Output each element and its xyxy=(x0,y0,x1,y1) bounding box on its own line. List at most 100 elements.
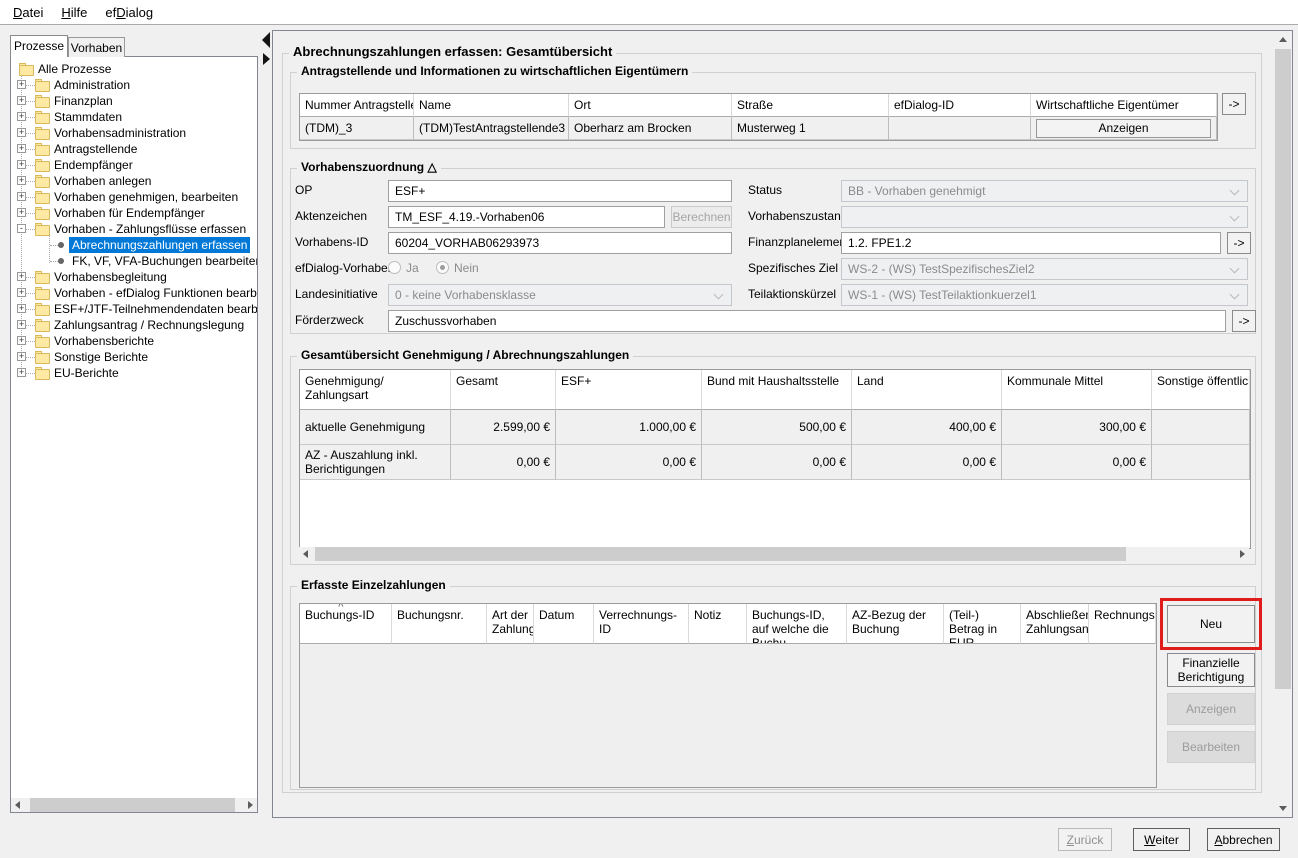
column-header[interactable]: Wirtschaftliche Eigentümer xyxy=(1031,94,1217,117)
column-header[interactable]: Bund mit Haushaltsstelle xyxy=(702,370,852,410)
expand-icon[interactable]: + xyxy=(17,272,26,281)
expand-icon[interactable]: + xyxy=(17,160,26,169)
column-header[interactable]: Buchungs-ID, auf welche die Buchu xyxy=(747,604,847,644)
tree-item-7[interactable]: +Vorhaben anlegen xyxy=(11,173,257,189)
tree-item-0[interactable]: Alle Prozesse xyxy=(11,61,257,77)
foerderzweck-input[interactable]: Zuschussvorhaben xyxy=(388,310,1226,332)
main-vertical-scrollbar[interactable] xyxy=(1275,32,1291,816)
scroll-left-icon[interactable] xyxy=(15,801,20,809)
tree-item-3[interactable]: +Stammdaten xyxy=(11,109,257,125)
expand-icon[interactable]: + xyxy=(17,112,26,121)
column-header[interactable]: Buchungsnr. xyxy=(392,604,487,644)
tree-item-18[interactable]: +Sonstige Berichte xyxy=(11,349,257,365)
aktenzeichen-input[interactable]: TM_ESF_4.19.-Vorhaben06 xyxy=(388,206,665,228)
tree-item-10[interactable]: -Vorhaben - Zahlungsflüsse erfassen xyxy=(11,221,257,237)
tree-item-8[interactable]: +Vorhaben genehmigen, bearbeiten xyxy=(11,189,257,205)
expand-icon[interactable]: + xyxy=(17,320,26,329)
column-header[interactable]: Nummer Antragstelle... xyxy=(300,94,414,117)
expand-icon[interactable]: + xyxy=(17,208,26,217)
weiter-button[interactable]: Weiter xyxy=(1133,828,1190,851)
column-header[interactable]: Notiz xyxy=(689,604,747,644)
tree-guide-stub xyxy=(26,165,35,166)
tree-item-11[interactable]: Abrechnungszahlungen erfassen xyxy=(11,237,257,253)
tree-item-16[interactable]: +Zahlungsantrag / Rechnungslegung xyxy=(11,317,257,333)
column-header[interactable]: (Teil-) Betrag in EUR xyxy=(944,604,1021,644)
expand-icon[interactable]: + xyxy=(17,96,26,105)
column-header[interactable]: Ort xyxy=(569,94,732,117)
expand-icon[interactable]: + xyxy=(17,192,26,201)
foerderzweck-detail-button[interactable]: -> xyxy=(1232,310,1256,332)
teilaktionskuerzel-label: Teilaktionskürzel xyxy=(748,287,836,301)
menu-item-efdialog[interactable]: efDialog xyxy=(96,3,162,22)
column-header[interactable]: Buchungs-ID^ xyxy=(300,604,392,644)
column-header[interactable]: Art der Zahlung xyxy=(487,604,534,644)
vorhabens-id-input[interactable]: 60204_VORHAB06293973 xyxy=(388,232,732,254)
column-header[interactable]: efDialog-ID xyxy=(889,94,1031,117)
column-header[interactable]: Kommunale Mittel xyxy=(1002,370,1152,410)
column-header[interactable]: Gesamt xyxy=(451,370,556,410)
tree-item-19[interactable]: +EU-Berichte xyxy=(11,365,257,381)
column-header[interactable]: Rechnungsleg xyxy=(1089,604,1156,644)
tree-item-5[interactable]: +Antragstellende xyxy=(11,141,257,157)
panel-splitter[interactable] xyxy=(260,30,272,818)
tree-item-2[interactable]: +Finanzplan xyxy=(11,93,257,109)
column-header[interactable]: Genehmigung/ Zahlungsart xyxy=(300,370,451,410)
column-header[interactable]: Straße xyxy=(732,94,889,117)
scrollbar-thumb[interactable] xyxy=(315,547,1126,561)
finanzielle-berichtigung-button[interactable]: Finanzielle Berichtigung xyxy=(1167,653,1255,687)
column-header[interactable]: AZ-Bezug der Buchung xyxy=(847,604,944,644)
menu-item-datei[interactable]: Datei xyxy=(4,3,52,22)
collapse-left-icon[interactable] xyxy=(262,32,270,48)
column-header[interactable]: Name xyxy=(414,94,569,117)
expand-icon[interactable]: + xyxy=(17,352,26,361)
op-input[interactable]: ESF+ xyxy=(388,180,732,202)
expand-icon[interactable]: + xyxy=(17,336,26,345)
tree-item-15[interactable]: +ESF+/JTF-Teilnehmendendaten bearbeiten xyxy=(11,301,257,317)
expand-icon[interactable]: + xyxy=(17,368,26,377)
anzeigen-cell-button[interactable]: Anzeigen xyxy=(1036,119,1211,138)
neu-button[interactable]: Neu xyxy=(1167,605,1255,643)
tree-item-14[interactable]: +Vorhaben - efDialog Funktionen bearbeit… xyxy=(11,285,257,301)
scroll-down-icon[interactable] xyxy=(1279,806,1287,811)
expand-icon[interactable]: + xyxy=(17,288,26,297)
tab-vorhaben[interactable]: Vorhaben xyxy=(68,37,125,57)
scroll-up-icon[interactable] xyxy=(1279,37,1287,42)
column-header[interactable]: Verrechnungs-ID xyxy=(594,604,689,644)
expand-icon[interactable]: + xyxy=(17,144,26,153)
scroll-right-icon[interactable] xyxy=(1240,550,1245,558)
column-header[interactable]: ESF+ xyxy=(556,370,702,410)
tree-item-1[interactable]: +Administration xyxy=(11,77,257,93)
scroll-left-icon[interactable] xyxy=(303,550,308,558)
scroll-right-icon[interactable] xyxy=(248,801,253,809)
radio-ja[interactable] xyxy=(388,261,401,274)
collapse-icon[interactable]: - xyxy=(17,224,26,233)
expand-right-icon[interactable] xyxy=(263,53,270,65)
vorhabens-id-label: Vorhabens-ID xyxy=(295,235,368,249)
column-header[interactable]: Abschließende Zahlungsantra xyxy=(1021,604,1089,644)
expand-icon[interactable]: + xyxy=(17,304,26,313)
abbrechen-button[interactable]: Abbrechen xyxy=(1207,828,1280,851)
expand-icon[interactable]: + xyxy=(17,80,26,89)
overview-horizontal-scrollbar[interactable] xyxy=(299,547,1249,561)
menu-item-hilfe[interactable]: Hilfe xyxy=(52,3,96,22)
expand-icon[interactable]: + xyxy=(17,176,26,185)
applicants-detail-button[interactable]: -> xyxy=(1222,93,1246,115)
column-header[interactable]: Land xyxy=(852,370,1002,410)
tree-item-6[interactable]: +Endempfänger xyxy=(11,157,257,173)
finanzplanelement-input[interactable]: 1.2. FPE1.2 xyxy=(841,232,1221,254)
expand-icon[interactable]: + xyxy=(17,128,26,137)
tree-item-12[interactable]: FK, VF, VFA-Buchungen bearbeiten xyxy=(11,253,257,269)
tab-prozesse[interactable]: Prozesse xyxy=(10,35,68,57)
tree-item-13[interactable]: +Vorhabensbegleitung xyxy=(11,269,257,285)
tree-item-17[interactable]: +Vorhabensberichte xyxy=(11,333,257,349)
finanzplanelement-detail-button[interactable]: -> xyxy=(1227,232,1251,254)
tree-item-9[interactable]: +Vorhaben für Endempfänger xyxy=(11,205,257,221)
column-header[interactable]: Sonstige öffentliche M xyxy=(1152,370,1250,410)
radio-nein[interactable] xyxy=(436,261,449,274)
tree-horizontal-scrollbar[interactable] xyxy=(11,798,257,812)
scrollbar-thumb[interactable] xyxy=(1275,49,1291,689)
scrollbar-thumb[interactable] xyxy=(30,798,235,812)
tree-item-4[interactable]: +Vorhabensadministration xyxy=(11,125,257,141)
column-header[interactable]: Datum xyxy=(534,604,594,644)
tree-guide-stub xyxy=(26,117,35,118)
